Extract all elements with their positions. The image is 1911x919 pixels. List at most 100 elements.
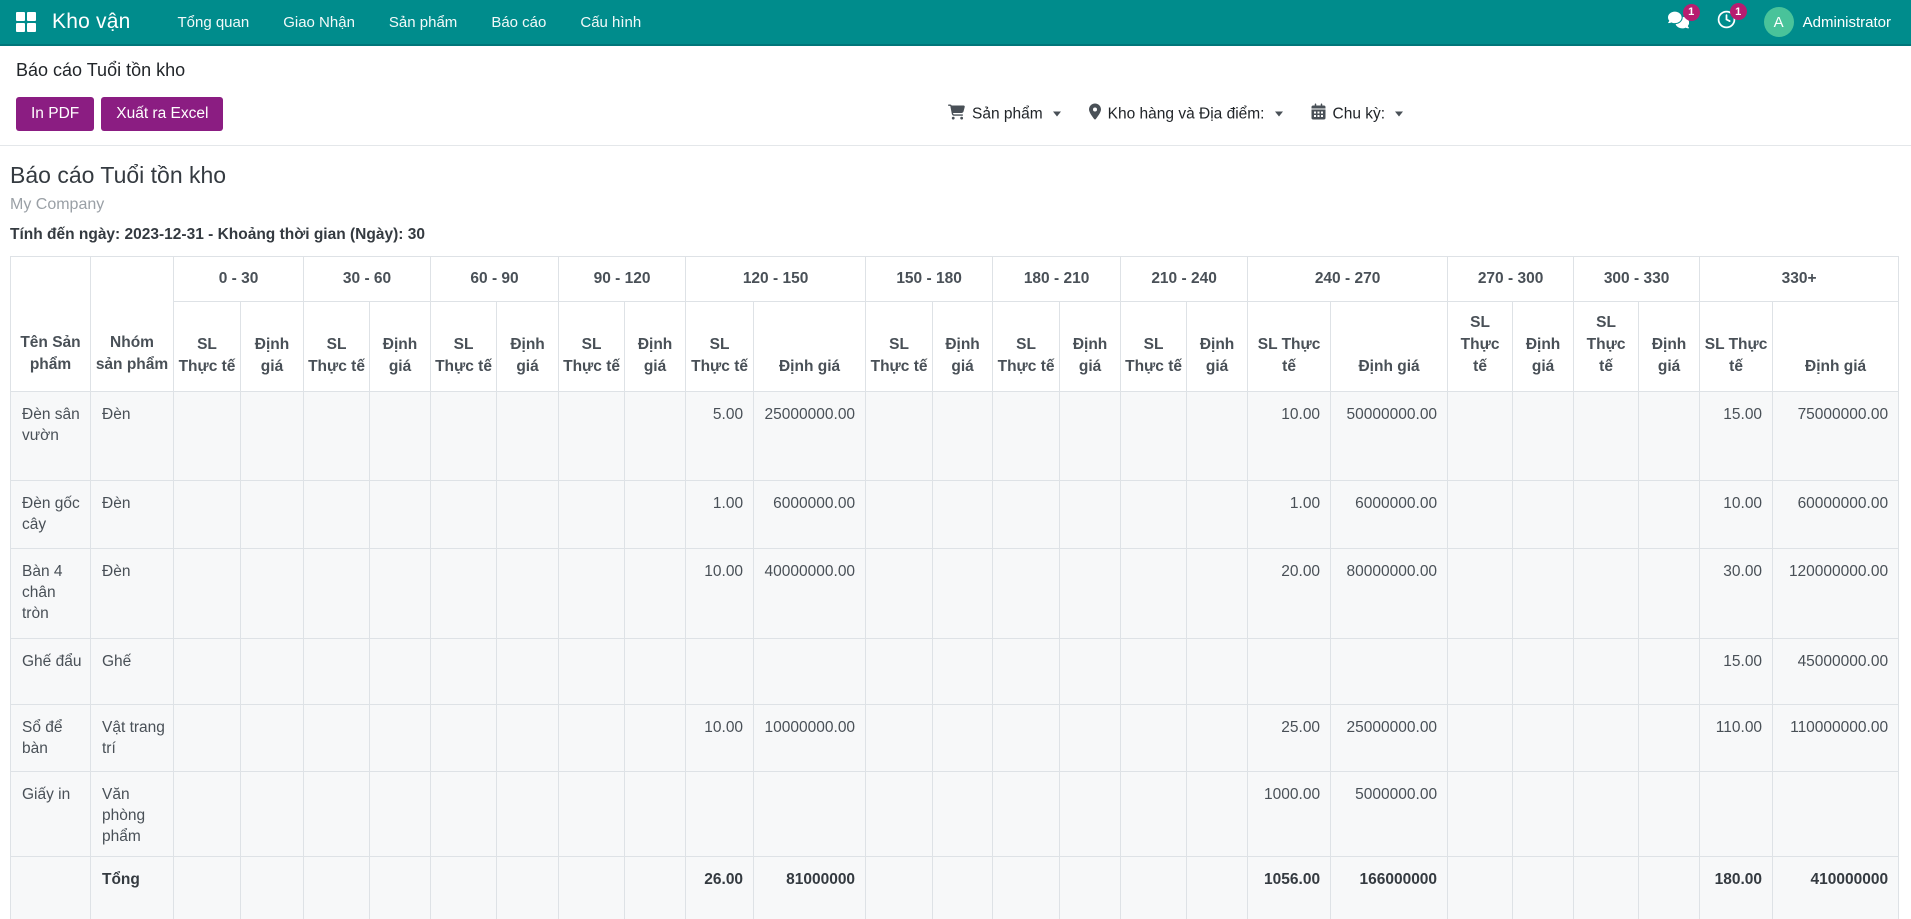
product-group-column-header: Nhóm sản phẩm	[91, 257, 174, 392]
qty-cell	[1574, 549, 1639, 639]
value-header: Định giá	[1060, 302, 1121, 392]
chevron-down-icon	[1053, 112, 1061, 117]
filter-product[interactable]: Sản phẩm	[948, 104, 1061, 124]
table-row: Sổ để bànVật trang trí10.0010000000.0025…	[11, 705, 1899, 772]
value-cell	[241, 549, 304, 639]
product-group-cell: Đèn	[91, 392, 174, 481]
messages-button[interactable]: 1	[1668, 11, 1689, 34]
activities-button[interactable]: 1	[1717, 10, 1736, 34]
qty-cell	[1448, 639, 1513, 705]
value-cell	[370, 392, 431, 481]
value-cell	[1513, 772, 1574, 857]
value-header: Định giá	[933, 302, 993, 392]
qty-cell	[866, 639, 933, 705]
product-name-cell: Ghế đẩu	[11, 639, 91, 705]
value-cell	[497, 772, 559, 857]
value-cell: 50000000.00	[1331, 392, 1448, 481]
filter-warehouse-label: Kho hàng và Địa điểm:	[1108, 105, 1265, 123]
value-cell	[1060, 772, 1121, 857]
value-cell	[1331, 639, 1448, 705]
total-qty-cell	[1121, 857, 1187, 919]
report-heading: Báo cáo Tuổi tồn kho	[10, 160, 1901, 190]
total-qty-cell	[993, 857, 1060, 919]
value-cell	[625, 549, 686, 639]
qty-cell	[1574, 639, 1639, 705]
filter-period[interactable]: Chu kỳ:	[1311, 104, 1404, 125]
print-pdf-button[interactable]: In PDF	[16, 97, 94, 131]
value-cell	[370, 481, 431, 549]
value-cell	[241, 639, 304, 705]
apps-grid-icon[interactable]	[16, 12, 36, 32]
value-header: Định giá	[1331, 302, 1448, 392]
value-cell	[1513, 639, 1574, 705]
qty-cell: 15.00	[1700, 392, 1773, 481]
menu-item-san-pham[interactable]: Sản phẩm	[372, 0, 474, 44]
value-cell: 6000000.00	[1331, 481, 1448, 549]
value-cell: 80000000.00	[1331, 549, 1448, 639]
value-cell	[1639, 481, 1700, 549]
qty-cell	[431, 549, 497, 639]
total-value-cell	[1060, 857, 1121, 919]
value-cell: 75000000.00	[1773, 392, 1899, 481]
value-header: Định giá	[625, 302, 686, 392]
total-qty-cell	[174, 857, 241, 919]
total-qty-cell: 180.00	[1700, 857, 1773, 919]
value-cell	[370, 639, 431, 705]
qty-cell	[866, 772, 933, 857]
value-cell: 110000000.00	[1773, 705, 1899, 772]
value-cell	[370, 549, 431, 639]
total-qty-cell	[1574, 857, 1639, 919]
qty-cell	[304, 639, 370, 705]
product-group-cell: Đèn	[91, 549, 174, 639]
qty-header: SL Thực tế	[1574, 302, 1639, 392]
control-panel: Báo cáo Tuổi tồn kho In PDF Xuất ra Exce…	[0, 46, 1911, 146]
qty-cell	[993, 481, 1060, 549]
report-period: Tính đến ngày: 2023-12-31 - Khoảng thời …	[10, 226, 1901, 244]
value-cell	[933, 639, 993, 705]
value-cell	[1187, 639, 1248, 705]
filter-warehouse-location[interactable]: Kho hàng và Địa điểm:	[1089, 104, 1283, 125]
product-name-column-header: Tên Sản phẩm	[11, 257, 91, 392]
value-header: Định giá	[1513, 302, 1574, 392]
menu-item-giao-nhan[interactable]: Giao Nhận	[266, 0, 372, 44]
qty-cell	[174, 392, 241, 481]
value-cell	[1639, 549, 1700, 639]
map-marker-icon	[1089, 104, 1101, 125]
total-qty-cell	[304, 857, 370, 919]
bucket-header: 120 - 150	[686, 257, 866, 302]
bucket-header: 210 - 240	[1121, 257, 1248, 302]
total-value-cell	[370, 857, 431, 919]
chevron-down-icon	[1275, 112, 1283, 117]
bucket-header: 270 - 300	[1448, 257, 1574, 302]
qty-header: SL Thực tế	[1700, 302, 1773, 392]
table-row: Bàn 4 chân trònĐèn10.0040000000.0020.008…	[11, 549, 1899, 639]
menu-item-bao-cao[interactable]: Báo cáo	[474, 0, 563, 44]
qty-cell: 15.00	[1700, 639, 1773, 705]
value-cell	[1639, 639, 1700, 705]
menu-item-cau-hinh[interactable]: Cấu hình	[563, 0, 658, 44]
value-cell	[625, 639, 686, 705]
value-cell	[1187, 481, 1248, 549]
qty-cell	[1121, 392, 1187, 481]
cart-icon	[948, 104, 965, 124]
menu-item-tong-quan[interactable]: Tổng quan	[160, 0, 266, 44]
qty-cell	[431, 392, 497, 481]
qty-cell	[866, 705, 933, 772]
qty-cell	[304, 481, 370, 549]
bucket-header: 90 - 120	[559, 257, 686, 302]
qty-header: SL Thực tế	[1248, 302, 1331, 392]
value-cell	[1060, 549, 1121, 639]
total-qty-cell	[866, 857, 933, 919]
qty-cell: 10.00	[1248, 392, 1331, 481]
qty-cell: 1.00	[1248, 481, 1331, 549]
value-header: Định giá	[754, 302, 866, 392]
qty-cell	[1448, 392, 1513, 481]
qty-header: SL Thực tế	[1448, 302, 1513, 392]
qty-cell	[866, 481, 933, 549]
value-cell	[1639, 705, 1700, 772]
app-brand[interactable]: Kho vận	[52, 10, 130, 34]
total-qty-cell: 26.00	[686, 857, 754, 919]
export-excel-button[interactable]: Xuất ra Excel	[101, 97, 223, 131]
value-cell	[497, 392, 559, 481]
user-menu[interactable]: A Administrator	[1764, 7, 1891, 37]
